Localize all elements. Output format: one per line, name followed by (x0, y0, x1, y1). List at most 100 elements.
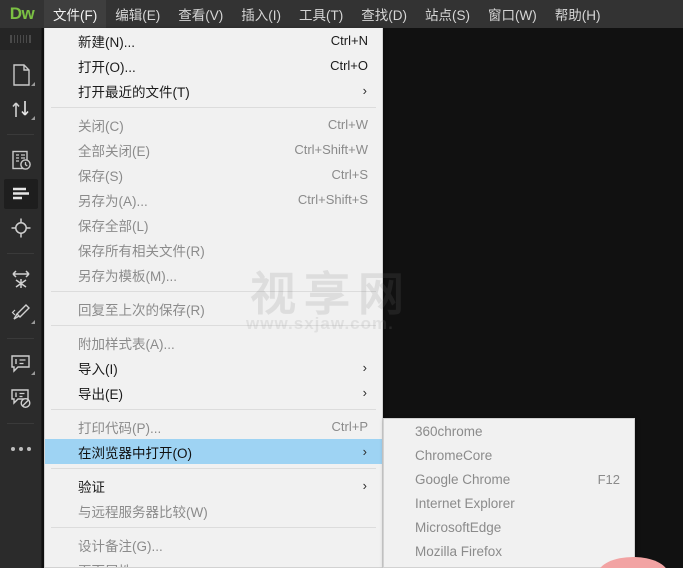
file-dropdown-menu: 新建(N)... Ctrl+N 打开(O)... Ctrl+O 打开最近的文件(T) › 关… (44, 28, 383, 568)
file-menu-item-label: 打开(O)... (78, 59, 136, 75)
snippet-arrows-icon (12, 270, 30, 288)
file-menu-item[interactable]: 全部关闭(E) Ctrl+Shift+W (45, 137, 382, 162)
chevron-right-icon: › (362, 385, 367, 400)
file-menu-item-label: 另存为(A)... (78, 193, 148, 209)
file-menu-item[interactable]: 另存为(A)... Ctrl+Shift+S (45, 187, 382, 212)
file-menu-item[interactable]: 导入(I) › (45, 355, 382, 380)
rail-drag-handle[interactable] (0, 28, 41, 50)
dreamweaver-logo-icon: Dw (0, 0, 44, 28)
browser-submenu-item[interactable]: Internet Explorer (384, 491, 634, 515)
file-menu-item[interactable]: 与远程服务器比较(W) (45, 498, 382, 523)
menu-bar-item-1[interactable]: 编辑(E) (106, 0, 169, 28)
rail-group-1 (0, 50, 41, 134)
browser-submenu-item[interactable]: MicrosoftEdge (384, 515, 634, 539)
browser-submenu-item-label: Mozilla Firefox (415, 543, 503, 559)
left-toolbar-rail (0, 28, 42, 568)
file-menu-item[interactable]: 附加样式表(A)... (45, 330, 382, 355)
rail-button-snippet-arrows[interactable] (0, 262, 42, 296)
browser-submenu-item[interactable]: 360chrome (384, 419, 634, 443)
file-menu-item-label: 另存为模板(M)... (78, 268, 177, 284)
menu-bar-item-2[interactable]: 查看(V) (169, 0, 232, 28)
flyout-corner-icon (31, 371, 35, 375)
grip-dots-icon (10, 35, 31, 43)
file-menu-separator (51, 291, 376, 292)
flyout-corner-icon (31, 116, 35, 120)
file-menu-item-shortcut: Ctrl+P (331, 419, 368, 434)
rail-button-text-lines[interactable] (0, 177, 42, 211)
chevron-right-icon: › (362, 444, 367, 459)
rail-button-comment-disabled[interactable] (0, 381, 42, 415)
file-menu-item[interactable]: 打开最近的文件(T) › (45, 78, 382, 103)
rail-group-3 (0, 254, 41, 338)
browser-submenu-item-label: ChromeCore (415, 447, 493, 463)
rail-button-more[interactable] (0, 432, 42, 466)
rail-button-comment[interactable] (0, 347, 42, 381)
file-menu-item-label: 导出(E) (78, 386, 123, 402)
browser-submenu-item-label: MicrosoftEdge (415, 519, 502, 535)
file-menu-item-label: 保存所有相关文件(R) (78, 243, 205, 259)
menu-bar-item-3[interactable]: 插入(I) (232, 0, 290, 28)
file-menu-item-label: 关闭(C) (78, 118, 124, 134)
browser-submenu-item-label: Internet Explorer (415, 495, 515, 511)
file-menu-item-label: 保存全部(L) (78, 218, 149, 234)
file-menu-item-label: 与远程服务器比较(W) (78, 504, 208, 520)
rail-button-document-history[interactable] (0, 143, 42, 177)
menu-bar: Dw 文件(F) 编辑(E) 查看(V) 插入(I) 工具(T) 查找(D) 站点(S) 窗口… (0, 0, 683, 28)
file-menu-item[interactable]: 打开(O)... Ctrl+O (45, 53, 382, 78)
file-menu-item[interactable]: 打印代码(P)... Ctrl+P (45, 414, 382, 439)
text-lines-icon (13, 187, 29, 200)
file-menu-item-label: 附加样式表(A)... (78, 336, 175, 352)
comment-disabled-icon (11, 388, 31, 408)
menu-bar-item-7[interactable]: 窗口(W) (479, 0, 546, 28)
file-menu-item-label: 在浏览器中打开(O) (78, 445, 192, 461)
flyout-corner-icon (31, 82, 35, 86)
file-menu-item-label: 打印代码(P)... (78, 420, 162, 436)
menu-bar-item-6[interactable]: 站点(S) (416, 0, 479, 28)
rail-button-target[interactable] (0, 211, 42, 245)
file-menu-separator (51, 325, 376, 326)
rail-button-sort[interactable] (0, 92, 42, 126)
menu-bar-item-5[interactable]: 查找(D) (352, 0, 416, 28)
file-menu-separator (51, 409, 376, 410)
menu-bar-item-4[interactable]: 工具(T) (290, 0, 352, 28)
document-history-icon (11, 150, 31, 170)
chevron-right-icon: › (362, 360, 367, 375)
target-crosshair-icon (11, 218, 31, 238)
file-menu-item-label: 打开最近的文件(T) (78, 84, 190, 100)
browser-submenu-item[interactable]: ChromeCore (384, 443, 634, 467)
browser-submenu-item-label: Google Chrome (415, 471, 511, 487)
rail-button-code-brush[interactable] (0, 296, 42, 330)
file-menu-item[interactable]: 保存所有相关文件(R) (45, 237, 382, 262)
menu-bar-item-0[interactable]: 文件(F) (44, 0, 107, 28)
file-menu-item[interactable]: 设计备注(G)... (45, 532, 382, 557)
browser-submenu-item[interactable]: Google Chrome F12 (384, 467, 634, 491)
file-menu-item-shortcut: Ctrl+N (330, 33, 368, 48)
file-menu-item[interactable]: 新建(N)... Ctrl+N (45, 28, 382, 53)
file-menu-item[interactable]: 验证 › (45, 473, 382, 498)
menu-bar-items: 文件(F) 编辑(E) 查看(V) 插入(I) 工具(T) 查找(D) 站点(S) 窗口(W)… (44, 0, 609, 28)
file-menu-item[interactable]: 另存为模板(M)... (45, 262, 382, 287)
file-menu-item[interactable]: 保存(S) Ctrl+S (45, 162, 382, 187)
more-options-icon (11, 447, 31, 451)
browser-submenu-item-shortcut: F12 (597, 471, 620, 487)
rail-button-page[interactable] (0, 58, 42, 92)
file-menu-item[interactable]: 在浏览器中打开(O) › (45, 439, 382, 464)
chevron-right-icon: › (362, 83, 367, 98)
file-menu-item[interactable]: 回复至上次的保存(R) (45, 296, 382, 321)
file-menu-item[interactable]: 保存全部(L) (45, 212, 382, 237)
comment-icon (11, 355, 30, 373)
browser-submenu-item[interactable]: Mozilla Firefox (384, 539, 634, 563)
file-menu-item[interactable]: 页面属性... (45, 557, 382, 568)
file-menu-separator (51, 107, 376, 108)
code-brush-icon (11, 304, 30, 320)
file-menu-item-label: 保存(S) (78, 168, 123, 184)
rail-group-5 (0, 424, 41, 474)
file-menu-item[interactable]: 关闭(C) Ctrl+W (45, 112, 382, 137)
rail-group-4 (0, 339, 41, 423)
file-menu-item-label: 验证 (78, 479, 105, 495)
open-in-browser-submenu: 360chrome ChromeCore Google Chrome F12 Inter… (383, 418, 635, 568)
menu-bar-item-8[interactable]: 帮助(H) (546, 0, 610, 28)
file-menu-item[interactable]: 导出(E) › (45, 380, 382, 405)
file-menu-item-label: 新建(N)... (78, 34, 135, 50)
file-menu-item-label: 设计备注(G)... (78, 538, 163, 554)
